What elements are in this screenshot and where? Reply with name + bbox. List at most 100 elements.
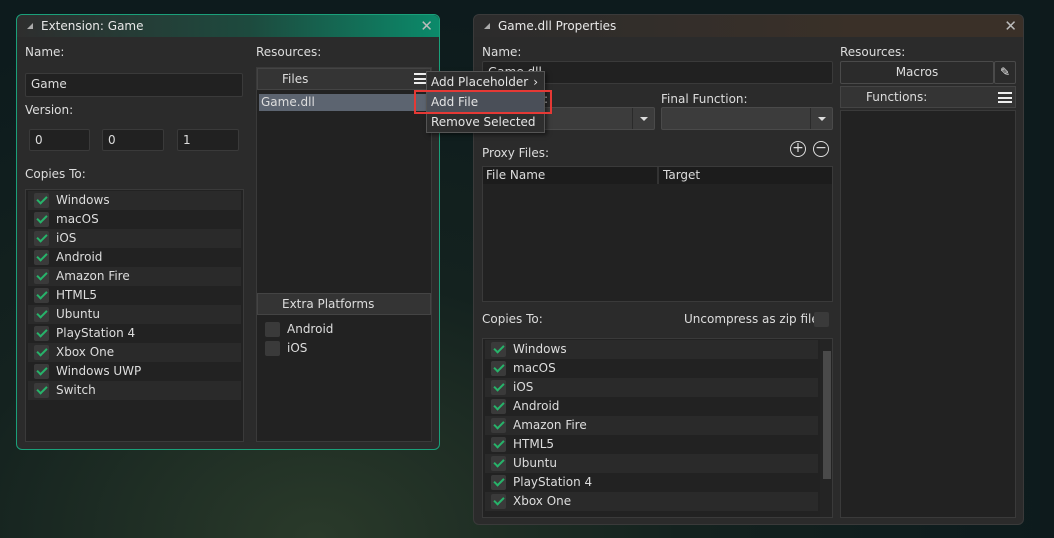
copies-item[interactable]: Switch [28,381,241,400]
label: macOS [513,361,556,375]
copies-to-list: Windows macOS iOS Android Amazon Fire HTML5 Ub… [25,189,244,442]
copies-item[interactable]: HTML5 [28,286,241,305]
close-icon[interactable]: ✕ [420,15,433,37]
copies-item[interactable]: PlayStation 4 [485,473,818,492]
checkbox[interactable] [34,269,49,284]
name-input[interactable]: Game [25,73,243,97]
copies-item[interactable]: PlayStation 4 [28,324,241,343]
copies-item[interactable]: HTML5 [485,435,818,454]
copies-item[interactable]: Amazon Fire [28,267,241,286]
checkbox[interactable] [491,361,506,376]
copies-item[interactable]: iOS [485,378,818,397]
copies-item[interactable]: Xbox One [28,343,241,362]
files-header: Files [257,68,431,90]
checkbox[interactable] [34,250,49,265]
name-label: Name: [25,45,65,59]
functions-label: Functions: [866,90,928,104]
chevron-down-icon [810,108,832,129]
remove-icon[interactable]: − [813,141,829,157]
uncompress-checkbox[interactable] [814,312,829,327]
extra-platforms-label: Extra Platforms [282,297,375,311]
copies-item[interactable]: Amazon Fire [485,416,818,435]
label: Add Placeholder [431,75,529,89]
scrollbar-thumb[interactable] [823,351,831,479]
checkbox[interactable] [34,288,49,303]
macros-button[interactable]: Macros [840,61,994,84]
scrollbar[interactable] [820,339,832,517]
checkbox[interactable] [491,418,506,433]
checkbox[interactable] [34,326,49,341]
copies-item[interactable]: Windows [485,340,818,359]
label: macOS [56,212,99,226]
checkbox[interactable] [491,456,506,471]
copies-item[interactable]: Windows UWP [28,362,241,381]
checkbox[interactable] [491,437,506,452]
menu-item-remove-selected[interactable]: Remove Selected [427,112,544,132]
copies-item[interactable]: macOS [485,359,818,378]
copies-item[interactable]: Xbox One [485,492,818,511]
label: HTML5 [56,288,98,302]
copies-item[interactable]: Android [28,248,241,267]
window-title: Game.dll Properties [498,19,617,33]
pencil-icon[interactable]: ✎ [994,61,1016,84]
checkbox[interactable] [265,322,280,337]
checkbox[interactable] [34,231,49,246]
label: Amazon Fire [513,418,587,432]
checkbox[interactable] [34,345,49,360]
checkbox[interactable] [491,494,506,509]
close-icon[interactable]: ✕ [1004,15,1017,37]
menu-item-add-placeholder[interactable]: Add Placeholder › [427,72,544,92]
checkbox[interactable] [491,342,506,357]
checkbox[interactable] [34,212,49,227]
name-label: Name: [482,45,522,59]
checkbox[interactable] [491,380,506,395]
extra-platform-android[interactable]: Android [259,320,429,339]
checkbox[interactable] [491,475,506,490]
version-major-input[interactable]: 0 [29,129,90,151]
label: iOS [287,341,308,355]
label: Android [56,250,103,264]
checkbox[interactable] [34,193,49,208]
window-title: Extension: Game [41,19,144,33]
column-target[interactable]: Target [657,167,700,184]
uncompress-label: Uncompress as zip file [684,312,819,326]
file-item[interactable]: Game.dll [259,94,429,111]
table-header: File Name Target [483,167,832,184]
checkbox[interactable] [491,399,506,414]
label: PlayStation 4 [56,326,136,340]
version-patch-input[interactable]: 1 [177,129,239,151]
copies-item[interactable]: iOS [28,229,241,248]
copies-to-label: Copies To: [482,312,543,326]
collapse-icon[interactable] [484,23,490,29]
label: PlayStation 4 [513,475,593,489]
files-header-label: Files [282,72,309,86]
label: iOS [56,231,77,245]
chevron-down-icon [632,108,654,129]
version-minor-input[interactable]: 0 [102,129,164,151]
copies-item[interactable]: Ubuntu [485,454,818,473]
checkbox[interactable] [34,383,49,398]
title-bar[interactable]: Game.dll Properties ✕ [474,15,1023,37]
checkbox[interactable] [34,307,49,322]
label: Xbox One [513,494,572,508]
final-function-dropdown[interactable] [661,107,833,130]
copies-item[interactable]: Windows [28,191,241,210]
extra-platform-ios[interactable]: iOS [259,339,429,358]
label: Switch [56,383,96,397]
menu-icon[interactable] [998,92,1012,103]
add-icon[interactable]: + [790,141,806,157]
proxy-files-table: File Name Target [482,166,833,302]
final-function-label: Final Function: [661,92,748,106]
collapse-icon[interactable] [27,23,33,29]
label: Ubuntu [513,456,557,470]
title-bar[interactable]: Extension: Game ✕ [17,15,439,37]
chevron-right-icon: › [533,75,538,89]
column-file-name[interactable]: File Name [486,167,545,184]
copies-item[interactable]: macOS [28,210,241,229]
checkbox[interactable] [265,341,280,356]
label: Windows UWP [56,364,142,378]
copies-item[interactable]: Android [485,397,818,416]
checkbox[interactable] [34,364,49,379]
copies-item[interactable]: Ubuntu [28,305,241,324]
properties-window: Game.dll Properties ✕ Name: Game.dll : F… [473,14,1024,525]
